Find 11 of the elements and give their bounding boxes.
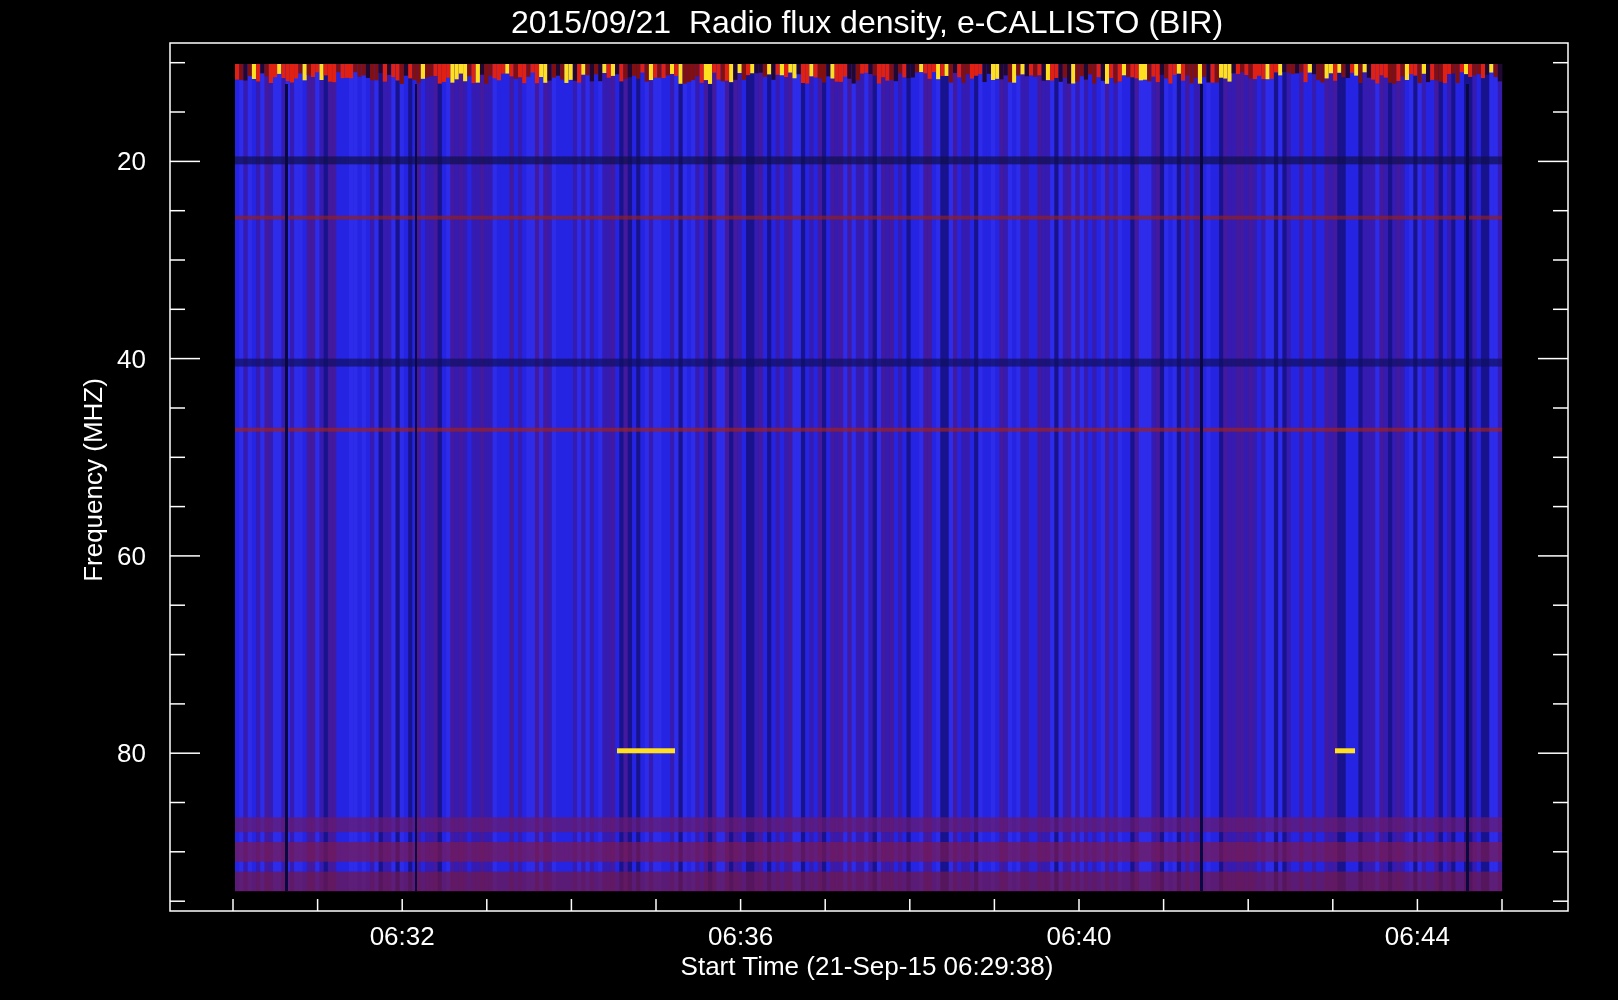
x-axis-title: Start Time (21-Sep-15 06:29:38): [680, 951, 1054, 981]
x-tick-label: 06:44: [1384, 921, 1450, 951]
y-tick-label: 40: [117, 343, 146, 374]
y-axis-title: Frequency (MHZ): [78, 378, 108, 582]
x-tick-label: 06:40: [1046, 921, 1112, 951]
chart-title: 2015/09/21 Radio flux density, e-CALLISTO (BIR): [510, 4, 1224, 40]
y-tick-label: 60: [117, 540, 146, 571]
y-tick-label: 80: [117, 738, 146, 769]
x-tick-label: 06:36: [708, 921, 774, 951]
y-tick-label: 20: [117, 146, 146, 177]
x-tick-label: 06:32: [369, 921, 435, 951]
